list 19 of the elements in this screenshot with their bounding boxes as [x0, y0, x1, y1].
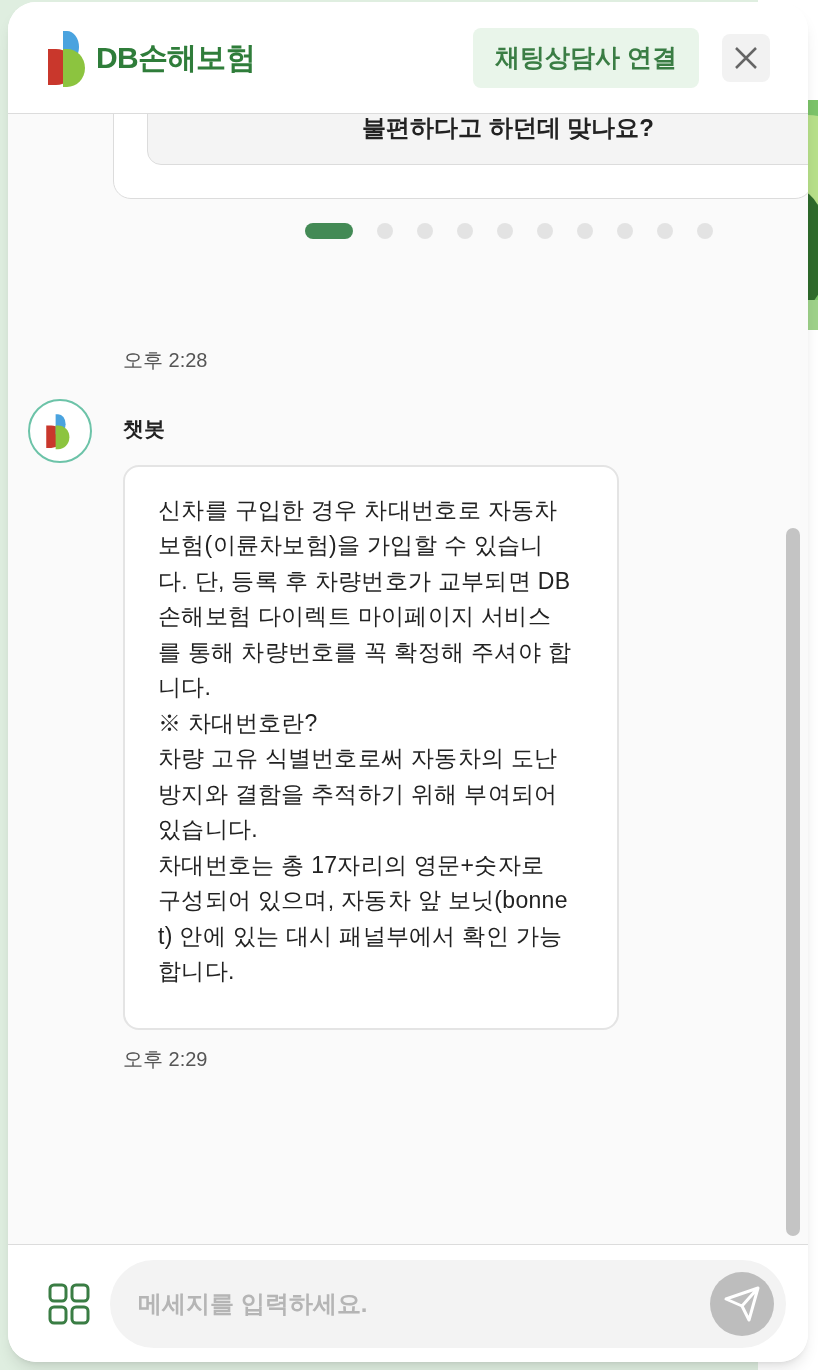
suggestion-text: 불편하다고 하던데 맞나요? — [362, 114, 654, 143]
bot-avatar — [28, 399, 92, 463]
sender-name: 챗봇 — [123, 416, 166, 442]
message-field[interactable]: 메세지를 입력하세요. — [110, 1259, 786, 1348]
message-text: ※ 차대번호란? — [158, 708, 319, 738]
close-button[interactable] — [722, 33, 770, 82]
scrollbar[interactable] — [786, 528, 800, 1236]
message-text: 차대번호는 총 17자리의 영문+숫자로 구성되어 있으며, 자동차 앞 보닛(bonnet) 안에 있는 대시 패널부에서 확인 가능합니다. — [158, 850, 569, 986]
message-text: 차량 고유 식별번호로써 자동차의 도난방지와 결함을 추적하기 위해 부여되어 있습니다. — [158, 744, 559, 844]
send-button[interactable] — [710, 1271, 774, 1336]
suggestion-card[interactable]: 불편하다고 하던데 맞나요? — [147, 114, 808, 165]
menu-grid-icon[interactable] — [48, 1282, 90, 1325]
timestamp: 오후 2:29 — [123, 1046, 209, 1072]
connect-agent-button[interactable]: 채팅상담사 연결 — [473, 27, 699, 88]
timestamp: 오후 2:28 — [123, 348, 209, 373]
message-text: 신차를 구입한 경우 차대번호로 자동차 보험(이륜차보험)을 가입할 수 있습니다. 단, 등록 후 차량번호가 교부되면 DB손해보험 다이렉트 마이페이지 서비스를 통해 차량번호를 꼭 확정해 주셔야 합니다. — [158, 495, 572, 702]
send-icon — [723, 1284, 761, 1323]
logo-text: DB손해보험 — [96, 40, 255, 76]
close-icon — [734, 45, 758, 70]
